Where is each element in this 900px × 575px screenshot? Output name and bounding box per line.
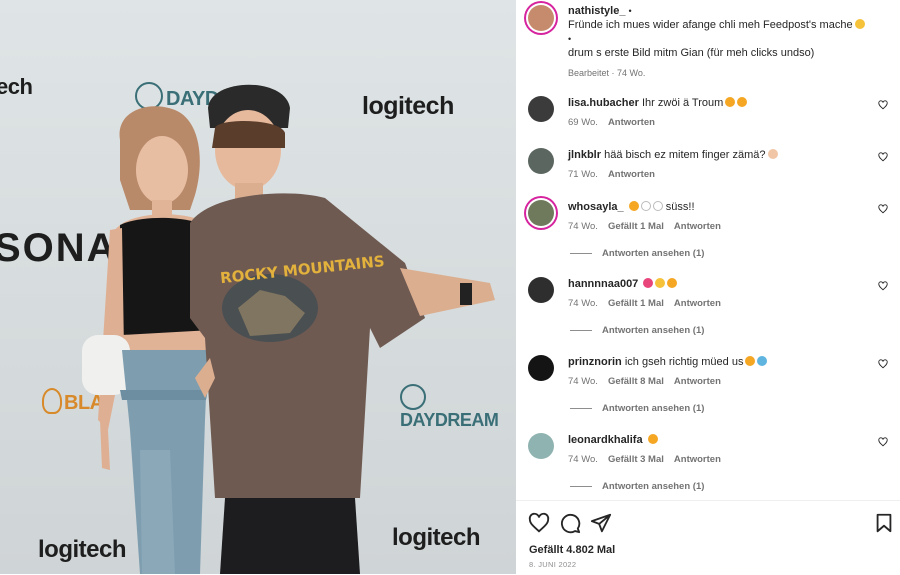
comment-username[interactable]: jlnkblr <box>568 149 601 161</box>
author-username[interactable]: nathistyle_ <box>568 5 625 17</box>
heart-eyes-emoji-icon <box>628 201 639 211</box>
comment-text: Ihr zwöi ä Troum <box>641 97 724 109</box>
reply-button[interactable]: Antworten <box>674 221 721 232</box>
comment-likes[interactable]: Gefällt 3 Mal <box>608 454 664 465</box>
white-heart-icon <box>640 201 651 211</box>
comment-text: ich gseh richtig müed us <box>624 356 744 368</box>
mask-emoji-icon <box>757 356 768 366</box>
divider-line <box>570 407 592 409</box>
smile-emoji-icon <box>667 278 678 288</box>
comment-time: 69 Wo. <box>568 117 598 128</box>
comment-avatar[interactable] <box>528 200 554 226</box>
comment-icon[interactable] <box>559 512 581 534</box>
comment-like-heart-icon[interactable] <box>878 100 888 110</box>
caption-line-2: drum s erste Bild mitm Gian (für meh cli… <box>568 47 815 59</box>
comment-time: 74 Wo. <box>568 298 598 309</box>
comment-avatar[interactable] <box>528 148 554 174</box>
divider-line <box>570 329 592 331</box>
reply-button[interactable]: Antworten <box>674 298 721 309</box>
post-photo[interactable]: ech DAYD logitech SONA DAYDREAM BLA logi… <box>0 0 516 574</box>
heart-eyes-emoji-icon <box>725 97 736 107</box>
comment-likes[interactable]: Gefällt 1 Mal <box>608 221 664 232</box>
person-right: ROCKY MOUNTAINS <box>190 84 495 574</box>
smile-emoji-icon <box>655 278 666 288</box>
author-dot: • <box>628 6 632 16</box>
comment-username[interactable]: whosayla_ <box>568 201 624 213</box>
post-date: 8. JUNI 2022 <box>529 560 577 569</box>
laugh-emoji-icon <box>745 356 756 366</box>
comment-likes[interactable]: Gefällt 8 Mal <box>608 376 664 387</box>
comment-username[interactable]: lisa.hubacher <box>568 97 639 109</box>
white-heart-icon <box>652 201 663 211</box>
edited-label: Bearbeitet · 74 Wo. <box>568 68 646 78</box>
comment-avatar[interactable] <box>528 277 554 303</box>
comment-username[interactable]: hannnnaa007 <box>568 278 638 290</box>
author-avatar[interactable] <box>528 5 554 31</box>
heart-icon[interactable] <box>528 512 550 534</box>
comment-time: 71 Wo. <box>568 169 598 180</box>
view-replies-button[interactable]: Antworten ansehen (1) <box>570 403 704 414</box>
comment-username[interactable]: leonardkhalifa <box>568 434 643 446</box>
caption-line-1: Fründe ich mues wider afange chli meh Fe… <box>568 19 853 31</box>
post-like-count[interactable]: Gefällt 4.802 Mal <box>529 544 615 556</box>
comments-panel: nathistyle_ • Fründe ich mues wider afan… <box>516 0 900 575</box>
share-icon[interactable] <box>590 512 612 534</box>
comment-like-heart-icon[interactable] <box>878 152 888 162</box>
comments-scroll-area[interactable]: nathistyle_ • Fründe ich mues wider afan… <box>516 0 900 500</box>
caption-bullet: • <box>568 34 572 44</box>
comment-text: hää bisch ez mitem finger zämä? <box>604 149 766 161</box>
caption-meta: Bearbeitet · 74 Wo. <box>568 66 868 80</box>
reply-button[interactable]: Antworten <box>674 454 721 465</box>
reply-button[interactable]: Antworten <box>608 169 655 180</box>
heart-eyes-emoji-icon <box>737 97 748 107</box>
divider-line <box>570 252 592 254</box>
hand-emoji-icon <box>767 149 778 159</box>
view-replies-button[interactable]: Antworten ansehen (1) <box>570 325 704 336</box>
heart-emoji-icon <box>643 278 654 288</box>
reply-button[interactable]: Antworten <box>608 117 655 128</box>
comment-like-heart-icon[interactable] <box>878 359 888 369</box>
comment-username[interactable]: prinznorin <box>568 356 622 368</box>
comment-like-heart-icon[interactable] <box>878 437 888 447</box>
wall-logo: ech <box>0 74 33 99</box>
view-replies-button[interactable]: Antworten ansehen (1) <box>570 248 704 259</box>
reply-button[interactable]: Antworten <box>674 376 721 387</box>
emoji-icon <box>854 19 865 29</box>
divider-line <box>570 485 592 487</box>
comment-avatar[interactable] <box>528 355 554 381</box>
comment-avatar[interactable] <box>528 96 554 122</box>
comment-time: 74 Wo. <box>568 221 598 232</box>
post-actions-bar: Gefällt 4.802 Mal 8. JUNI 2022 <box>516 500 900 575</box>
comment-time: 74 Wo. <box>568 376 598 387</box>
comment-like-heart-icon[interactable] <box>878 204 888 214</box>
comment-time: 74 Wo. <box>568 454 598 465</box>
heart-eyes-emoji-icon <box>647 434 658 444</box>
bookmark-icon[interactable] <box>873 512 895 534</box>
comment-text: süss!! <box>665 201 695 213</box>
comment-like-heart-icon[interactable] <box>878 281 888 291</box>
comment-likes[interactable]: Gefällt 1 Mal <box>608 298 664 309</box>
view-replies-button[interactable]: Antworten ansehen (1) <box>570 481 704 492</box>
comment-avatar[interactable] <box>528 433 554 459</box>
